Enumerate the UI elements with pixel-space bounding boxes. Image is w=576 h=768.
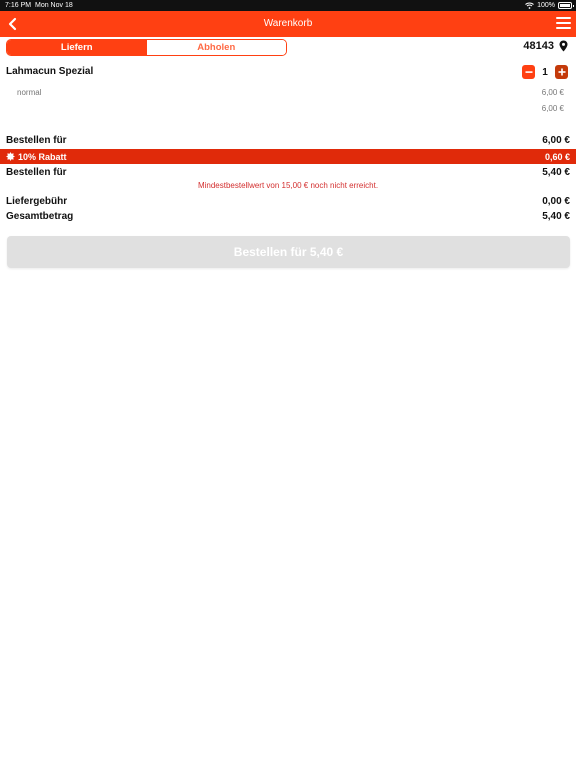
discounted-subtotal-row: Bestellen für 5,40 € [6, 165, 570, 180]
page-title: Warenkorb [263, 18, 313, 29]
hamburger-menu-icon[interactable] [556, 17, 571, 30]
discount-left: 10% Rabatt [6, 152, 67, 162]
status-date: Mon Nov 18 [35, 2, 73, 9]
decrease-quantity-button[interactable] [522, 65, 535, 79]
quantity-stepper: 1 [522, 65, 568, 79]
total-value: 5,40 € [542, 211, 570, 222]
nav-bar: Warenkorb [0, 11, 576, 37]
segment-abholen[interactable]: Abholen [146, 40, 286, 55]
item-variant: normal [17, 88, 42, 97]
subtotal-row: Bestellen für 6,00 € [6, 133, 570, 148]
postal-code: 48143 [523, 40, 554, 52]
delivery-fee-row: Liefergebühr 0,00 € [6, 194, 570, 209]
postal-code-selector[interactable]: 48143 [523, 40, 568, 52]
total-row: Gesamtbetrag 5,40 € [6, 209, 570, 224]
min-order-warning: Mindestbestellwert von 15,00 € noch nich… [197, 181, 379, 190]
wifi-icon [525, 2, 534, 9]
total-label: Gesamtbetrag [6, 211, 74, 222]
item-total-price: 6,00 € [541, 104, 564, 113]
status-bar: 7:16 PM Mon Nov 18 100% [0, 0, 576, 11]
discount-bar: 10% Rabatt 0,60 € [0, 149, 576, 164]
discounted-subtotal-value: 5,40 € [542, 167, 570, 178]
subtotal-value: 6,00 € [542, 135, 570, 146]
delivery-fee-value: 0,00 € [542, 196, 570, 207]
location-pin-icon [559, 40, 568, 52]
segment-liefern[interactable]: Liefern [7, 40, 147, 55]
status-time: 7:16 PM [5, 2, 32, 9]
discount-badge-icon [6, 152, 15, 161]
discount-value: 0,60 € [544, 151, 570, 162]
quantity-value: 1 [542, 66, 548, 78]
battery-percent: 100% [537, 2, 555, 9]
cart-item-name: Lahmacun Spezial [6, 66, 94, 77]
order-button[interactable]: Bestellen für 5,40 € [7, 236, 570, 268]
battery-icon [558, 2, 574, 9]
discount-label: 10% Rabatt [18, 151, 67, 162]
status-right: 100% [525, 0, 574, 11]
delivery-mode-segment: Liefern Abholen [6, 39, 287, 56]
increase-quantity-button[interactable] [555, 65, 568, 79]
variant-price: 6,00 € [541, 88, 564, 97]
delivery-fee-label: Liefergebühr [6, 196, 68, 207]
discounted-subtotal-label: Bestellen für [6, 167, 67, 178]
subtotal-label: Bestellen für [6, 135, 67, 146]
